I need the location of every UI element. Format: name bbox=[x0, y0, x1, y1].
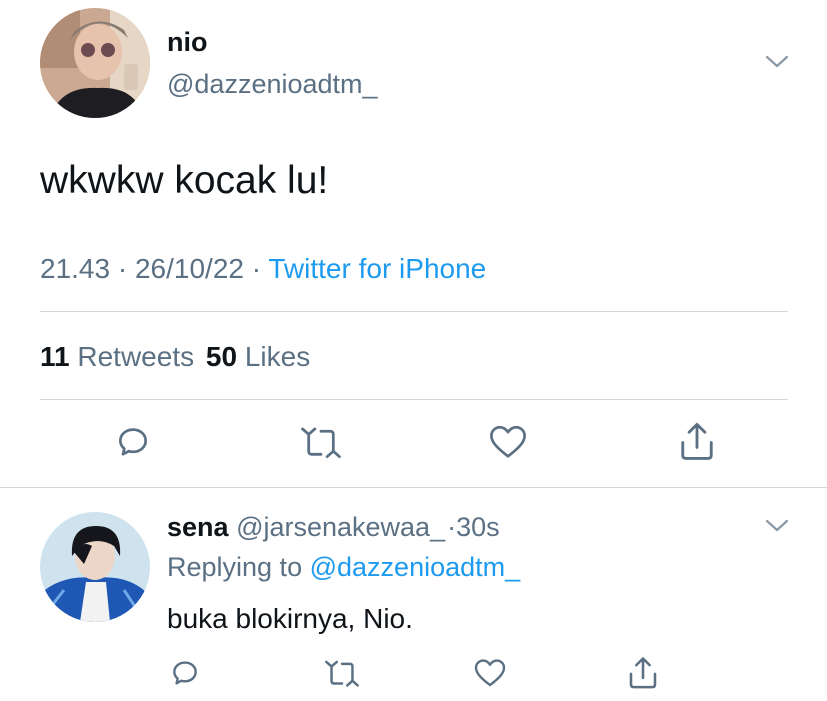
meta-separator: · bbox=[117, 253, 128, 284]
reply-text: buka blokirnya, Nio. bbox=[167, 603, 413, 634]
replying-to-handle-link[interactable]: @dazzenioadtm_ bbox=[310, 552, 521, 582]
main-tweet-meta: 21.43 · 26/10/22 · Twitter for iPhone bbox=[40, 252, 486, 286]
reply-tweet-avatar[interactable] bbox=[40, 512, 150, 622]
chevron-down-icon[interactable] bbox=[764, 52, 790, 72]
main-tweet-date: 26/10/22 bbox=[134, 253, 244, 284]
reply-separator: · bbox=[447, 512, 457, 542]
likes-stat[interactable]: 50 Likes bbox=[206, 341, 310, 372]
section-divider bbox=[0, 487, 827, 488]
reply-icon[interactable] bbox=[169, 657, 201, 689]
reply-icon[interactable] bbox=[114, 423, 152, 461]
retweets-stat[interactable]: 11 Retweets bbox=[40, 341, 202, 372]
reply-author-name[interactable]: sena bbox=[167, 512, 229, 542]
meta-separator: · bbox=[251, 253, 262, 284]
retweets-count: 11 bbox=[40, 341, 70, 372]
main-tweet-text: wkwkw kocak lu! bbox=[40, 159, 329, 202]
share-icon[interactable] bbox=[627, 655, 659, 690]
main-tweet-avatar[interactable] bbox=[40, 8, 150, 118]
reply-timestamp[interactable]: 30s bbox=[456, 512, 500, 542]
likes-count: 50 bbox=[205, 341, 238, 372]
heart-icon[interactable] bbox=[474, 658, 506, 688]
main-tweet-stats: 11 Retweets 50 Likes bbox=[40, 340, 310, 374]
reply-header: sena @jarsenakewaa_·30s bbox=[167, 511, 500, 543]
replying-to-label: Replying to bbox=[167, 552, 303, 582]
retweet-icon[interactable] bbox=[325, 657, 359, 689]
share-icon[interactable] bbox=[678, 420, 716, 462]
main-tweet-author-handle[interactable]: @dazzenioadtm_ bbox=[167, 68, 378, 100]
likes-label: Likes bbox=[244, 341, 311, 372]
divider bbox=[40, 399, 788, 400]
main-tweet-author-name[interactable]: nio bbox=[167, 26, 208, 58]
main-tweet-source-link[interactable]: Twitter for iPhone bbox=[268, 253, 486, 284]
divider bbox=[40, 311, 788, 312]
chevron-down-icon[interactable] bbox=[764, 516, 790, 536]
replying-to: Replying to @dazzenioadtm_ bbox=[167, 551, 520, 583]
retweet-icon[interactable] bbox=[301, 423, 341, 461]
reply-author-handle[interactable]: @jarsenakewaa_ bbox=[236, 512, 445, 542]
main-tweet-time: 21.43 bbox=[40, 253, 111, 284]
retweets-label: Retweets bbox=[77, 341, 195, 372]
heart-icon[interactable] bbox=[489, 424, 527, 460]
